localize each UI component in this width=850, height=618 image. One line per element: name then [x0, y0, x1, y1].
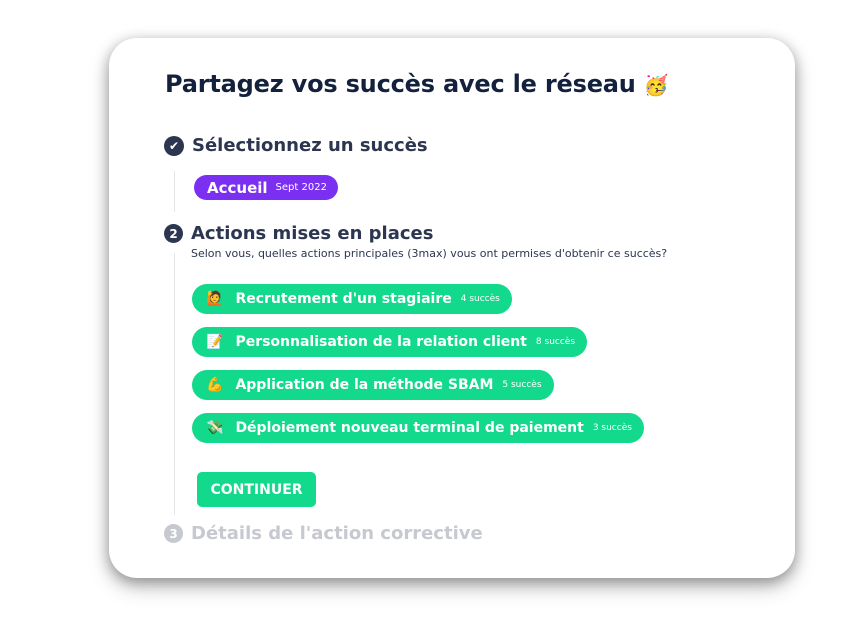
step-2-header: 2 Actions mises en places [164, 223, 433, 244]
action-chip[interactable]: 💪 Application de la méthode SBAM 5 succè… [192, 370, 554, 400]
raising-hand-icon: 🙋 [206, 291, 224, 307]
memo-icon: 📝 [206, 334, 224, 350]
action-label: Recrutement d'un stagiaire [235, 291, 452, 307]
step-connector-line [174, 171, 175, 212]
share-success-card: Partagez vos succès avec le réseau 🥳 ✔ S… [109, 38, 795, 578]
step-3-header: 3 Détails de l'action corrective [164, 523, 483, 544]
selected-success-label: Accueil [207, 178, 268, 197]
action-chip[interactable]: 🙋 Recrutement d'un stagiaire 4 succès [192, 284, 512, 314]
action-count: 8 succès [535, 337, 576, 347]
action-label: Application de la méthode SBAM [235, 377, 494, 393]
action-count: 4 succès [460, 294, 500, 304]
action-count: 5 succès [502, 380, 542, 390]
partying-face-icon: 🥳 [643, 73, 669, 97]
step-1-header: ✔ Sélectionnez un succès [164, 135, 428, 156]
action-chip[interactable]: 💸 Déploiement nouveau terminal de paieme… [192, 413, 644, 443]
action-chip[interactable]: 📝 Personnalisation de la relation client… [192, 327, 588, 357]
action-count: 3 succès [592, 423, 632, 433]
money-with-wings-icon: 💸 [206, 420, 224, 436]
step-2-label: Actions mises en places [191, 223, 434, 244]
selected-success-date: Sept 2022 [275, 182, 327, 193]
step-2-description: Selon vous, quelles actions principales … [191, 247, 668, 260]
step-1-label: Sélectionnez un succès [192, 135, 428, 156]
page-title: Partagez vos succès avec le réseau 🥳 [165, 70, 669, 98]
flexed-biceps-icon: 💪 [206, 377, 224, 393]
action-label: Personnalisation de la relation client [235, 334, 527, 350]
continue-button[interactable]: CONTINUER [197, 472, 316, 507]
check-circle-icon: ✔ [164, 135, 184, 156]
step-3-number: 3 [164, 524, 183, 543]
step-connector-line [174, 253, 175, 515]
selected-success-pill[interactable]: Accueil Sept 2022 [194, 175, 338, 200]
action-label: Déploiement nouveau terminal de paiement [235, 420, 584, 436]
step-3-label: Détails de l'action corrective [191, 523, 483, 544]
step-2-number: 2 [164, 224, 183, 243]
title-text: Partagez vos succès avec le réseau [165, 70, 636, 98]
